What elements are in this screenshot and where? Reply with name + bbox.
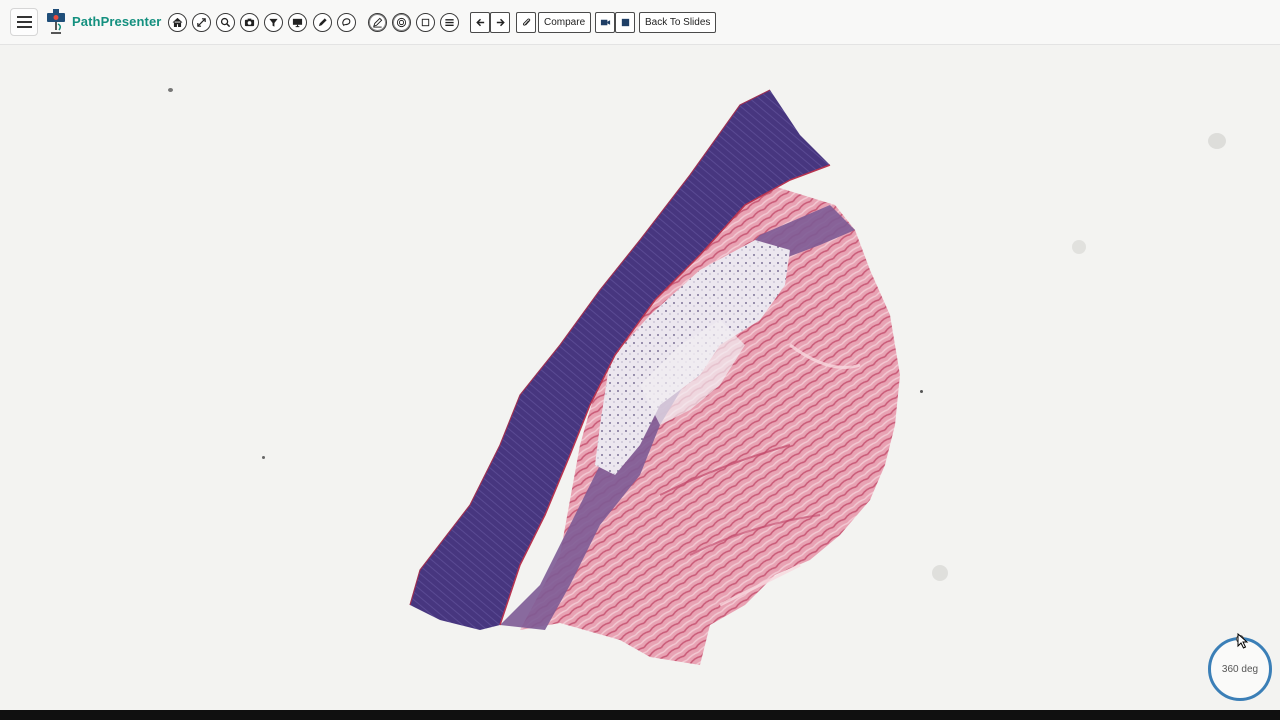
monitor-icon (292, 18, 303, 28)
back-to-slides-button[interactable]: Back To Slides (639, 12, 717, 33)
zoom-button[interactable] (216, 13, 235, 32)
record-button[interactable] (595, 12, 615, 33)
presentation-button[interactable] (288, 13, 307, 32)
target-icon (396, 17, 407, 28)
lasso-icon (342, 18, 351, 27)
compare-button[interactable]: Compare (538, 12, 592, 33)
hamburger-menu-icon (17, 16, 32, 18)
previous-slide-button[interactable] (470, 12, 490, 33)
attach-button[interactable] (516, 12, 536, 33)
debris-speck (168, 88, 173, 92)
annotation-pen-icon (373, 17, 383, 28)
slide-viewer[interactable] (0, 45, 1280, 710)
expand-arrows-icon (197, 18, 206, 27)
menu-button[interactable] (10, 8, 38, 36)
debris-speck (1208, 133, 1226, 149)
debris-speck (932, 565, 948, 581)
next-slide-button[interactable] (490, 12, 510, 33)
rectangle-button[interactable] (416, 13, 435, 32)
filter-icon (269, 18, 278, 27)
tissue-section-image[interactable] (0, 45, 1280, 710)
rectangle-icon (421, 18, 430, 27)
microscope-logo-icon (47, 9, 65, 34)
brand-name[interactable]: PathPresenter (72, 14, 161, 29)
arrow-left-icon (476, 18, 485, 27)
rotation-label: 360 deg (1221, 664, 1259, 675)
mouse-cursor-icon (1237, 633, 1249, 649)
list-icon (445, 19, 454, 26)
debris-speck (920, 390, 923, 393)
debris-speck (262, 456, 265, 459)
bottom-bar (0, 710, 1280, 720)
fullscreen-button[interactable] (192, 13, 211, 32)
arrow-right-icon (496, 18, 505, 27)
home-icon (172, 17, 183, 27)
filter-button[interactable] (264, 13, 283, 32)
stop-button[interactable] (615, 12, 635, 33)
list-button[interactable] (440, 13, 459, 32)
freehand-button[interactable] (337, 13, 356, 32)
screenshot-button[interactable] (240, 13, 259, 32)
zoom-icon (220, 17, 231, 28)
camera-icon (244, 18, 255, 27)
debris-speck (1072, 240, 1086, 254)
paperclip-icon (522, 18, 531, 26)
pen-icon (318, 18, 327, 27)
stop-icon (621, 18, 630, 27)
target-button[interactable] (392, 13, 411, 32)
draw-button[interactable] (313, 13, 332, 32)
video-camera-icon (600, 19, 611, 26)
home-button[interactable] (168, 13, 187, 32)
top-toolbar: PathPresenter Compare Back To Slides (0, 0, 1280, 45)
annotate-button[interactable] (368, 13, 387, 32)
